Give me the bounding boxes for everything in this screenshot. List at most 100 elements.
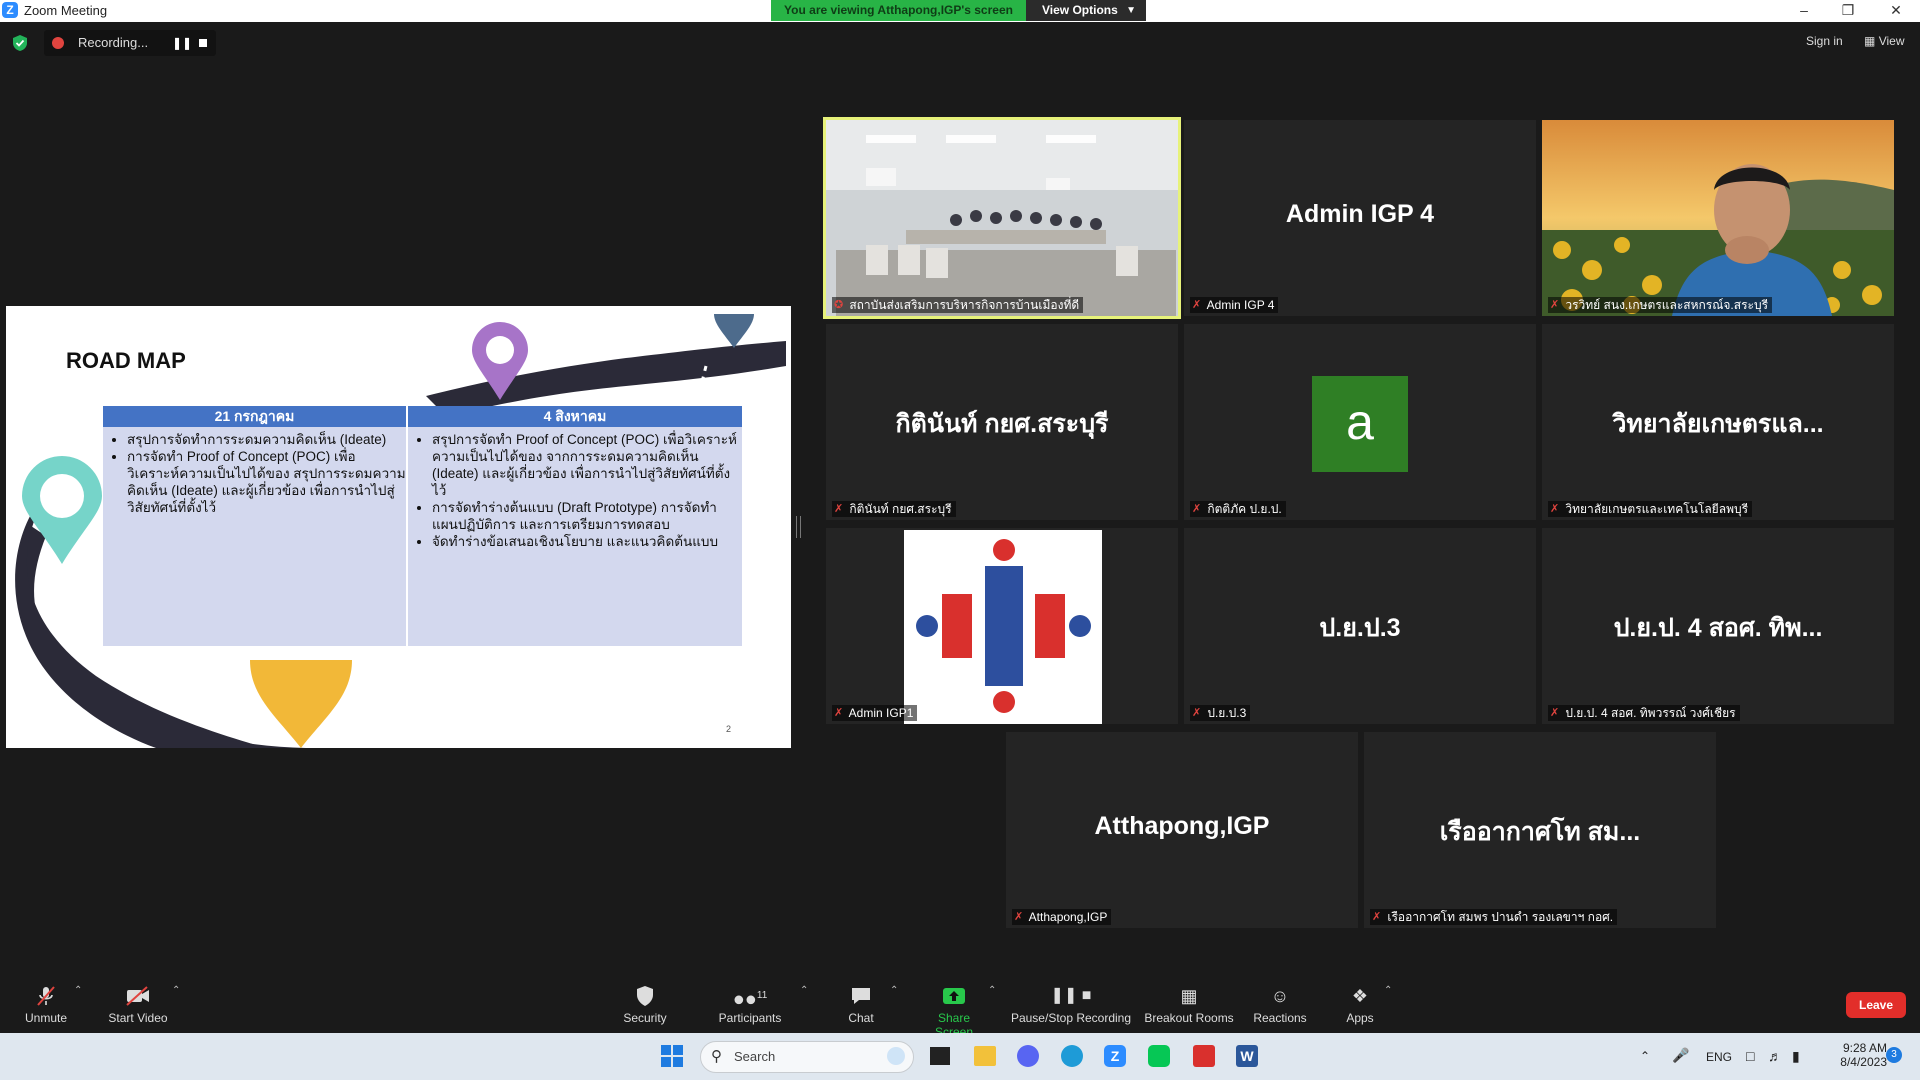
avatar: a — [1312, 376, 1408, 472]
video-tile-pyp3[interactable]: ป.ย.ป.3 ✗ ป.ย.ป.3 — [1184, 528, 1536, 724]
acrobat-icon[interactable] — [1193, 1045, 1215, 1067]
audio-options-chevron-icon[interactable]: ⌃ — [74, 985, 82, 996]
share-screen-button[interactable]: Share Screen — [918, 985, 990, 1039]
view-options-button[interactable]: View Options ▼ — [1026, 0, 1146, 21]
file-explorer-icon[interactable] — [974, 1046, 996, 1066]
list-item: การจัดทำ Proof of Concept (POC) เพื่อวิเ… — [127, 448, 406, 516]
video-tile-admin-igp1[interactable]: ✗ Admin IGP1 — [826, 528, 1178, 724]
start-video-button[interactable]: Start Video — [106, 985, 170, 1025]
discord-icon[interactable] — [1017, 1045, 1039, 1067]
apps-icon: ❖ — [1351, 986, 1369, 1006]
share-screen-icon — [943, 988, 965, 1004]
video-tile-kitinan[interactable]: กิตินันท์ กยศ.สระบุรี ✗ กิตินันท์ กยศ.สร… — [826, 324, 1178, 520]
participants-count: 11 — [756, 990, 768, 1001]
participant-name-label: ✗ ป.ย.ป. 4 สอศ. ทิพวรรณ์ วงศ์เชียร — [1548, 705, 1740, 721]
list-item: สรุปการจัดทำการระดมความคิดเห็น (Ideate) — [127, 431, 406, 448]
participant-video-feed — [1542, 120, 1894, 316]
meeting-toolbar: Unmute ⌃ Start Video ⌃ Security ●●11 Par… — [0, 975, 1920, 1039]
window-title: Zoom Meeting — [24, 3, 108, 18]
participants-options-chevron-icon[interactable]: ⌃ — [800, 985, 808, 996]
notification-badge[interactable]: 3 — [1886, 1047, 1902, 1063]
windows-start-icon[interactable] — [660, 1044, 684, 1068]
participant-name-label: ✪ สถาบันส่งเสริมการบริหารกิจการบ้านเมือง… — [832, 297, 1084, 313]
close-button[interactable]: ✕ — [1876, 0, 1916, 22]
language-indicator[interactable]: ENG — [1706, 1050, 1732, 1064]
share-options-chevron-icon[interactable]: ⌃ — [988, 985, 996, 996]
muted-mic-icon: ✗ — [1550, 299, 1560, 311]
participants-button[interactable]: ●●11 Participants — [712, 985, 788, 1025]
list-item: จัดทำร่างข้อเสนอเชิงนโยบาย และแนวคิดต้นแ… — [432, 533, 742, 550]
muted-mic-icon: ✗ — [1192, 503, 1202, 515]
minimize-button[interactable]: – — [1784, 0, 1824, 22]
search-placeholder: Search — [734, 1049, 776, 1064]
network-icon[interactable]: □ — [1746, 1048, 1754, 1064]
tray-chevron-up-icon[interactable]: ⌃ — [1640, 1049, 1650, 1063]
breakout-rooms-button[interactable]: ▦ Breakout Rooms — [1144, 985, 1234, 1025]
pause-stop-icon: ❚❚ ■ — [1050, 987, 1092, 1004]
pause-stop-recording-button[interactable]: ❚❚ ■ Pause/Stop Recording — [1010, 985, 1132, 1025]
video-tile-conference-room[interactable]: ✪ สถาบันส่งเสริมการบริหารกิจการบ้านเมือง… — [823, 117, 1181, 319]
muted-mic-icon: ✗ — [1192, 707, 1202, 719]
pin-icon: ✪ — [834, 299, 844, 311]
view-label: View — [1878, 34, 1905, 48]
participant-display-name: ป.ย.ป. 4 สอศ. ทิพ... — [1613, 614, 1823, 642]
word-app-icon[interactable]: W — [1236, 1045, 1258, 1067]
encryption-shield-icon[interactable] — [12, 34, 28, 52]
apps-button[interactable]: ❖ Apps — [1342, 985, 1378, 1025]
video-options-chevron-icon[interactable]: ⌃ — [172, 985, 180, 996]
muted-mic-icon: ✗ — [1372, 911, 1382, 923]
clock-date: 8/4/2023 — [1840, 1055, 1887, 1069]
roadmap-column-1: 21 กรกฎาคม สรุปการจัดทำการระดมความคิดเห็… — [103, 406, 406, 646]
participant-name-label: ✗ วรวิทย์ สนง.เกษตรและสหกรณ์จ.สระบุรี — [1548, 297, 1773, 313]
chat-button[interactable]: Chat — [846, 985, 876, 1025]
pause-recording-icon[interactable]: ❚❚ — [172, 36, 192, 50]
restore-button[interactable]: ❐ — [1828, 0, 1868, 22]
reactions-button[interactable]: ☺ Reactions — [1252, 985, 1308, 1025]
participant-name-label: ✗ วิทยาลัยเกษตรและเทคโนโลยีลพบุรี — [1548, 501, 1753, 517]
pause-stop-recording-label: Pause/Stop Recording — [1010, 1011, 1132, 1025]
video-tile-pyp4[interactable]: ป.ย.ป. 4 สอศ. ทิพ... ✗ ป.ย.ป. 4 สอศ. ทิพ… — [1542, 528, 1894, 724]
leave-button[interactable]: Leave — [1846, 992, 1906, 1018]
view-button[interactable]: ▦ View — [1864, 34, 1904, 48]
sign-in-button[interactable]: Sign in — [1806, 34, 1843, 48]
video-tile-admin-igp-4[interactable]: Admin IGP 4 ✗ Admin IGP 4 — [1184, 120, 1536, 316]
muted-mic-icon: ✗ — [1550, 707, 1560, 719]
participant-display-name: กิตินันท์ กยศ.สระบุรี — [895, 410, 1109, 438]
task-view-icon[interactable] — [930, 1047, 950, 1065]
igp-logo-image — [904, 530, 1102, 724]
breakout-rooms-label: Breakout Rooms — [1144, 1011, 1234, 1025]
muted-mic-icon: ✗ — [834, 707, 844, 719]
security-button[interactable]: Security — [620, 985, 670, 1025]
clock[interactable]: 9:28 AM 8/4/2023 — [1827, 1041, 1887, 1069]
participant-display-name: Admin IGP 4 — [1285, 200, 1435, 228]
microphone-icon[interactable]: 🎤 — [1672, 1047, 1689, 1064]
list-item: การจัดทำร่างต้นแบบ (Draft Prototype) การ… — [432, 499, 742, 533]
participant-name-label: ✗ เรืออากาศโท สมพร ปานดำ รองเลขาฯ กอศ. — [1370, 909, 1618, 925]
split-view-resize-handle[interactable] — [796, 516, 801, 538]
reactions-label: Reactions — [1253, 1011, 1307, 1025]
unmute-button[interactable]: Unmute — [18, 985, 74, 1025]
screen-share-banner: You are viewing Atthapong,IGP's screen — [771, 0, 1026, 21]
unmute-label: Unmute — [24, 1011, 68, 1025]
stop-recording-icon[interactable] — [199, 39, 207, 47]
battery-icon[interactable]: ▮ — [1792, 1048, 1800, 1065]
apps-options-chevron-icon[interactable]: ⌃ — [1384, 985, 1392, 996]
view-options-label: View Options — [1042, 3, 1118, 17]
edge-browser-icon[interactable] — [1061, 1045, 1083, 1067]
list-item: สรุปการจัดทำ Proof of Concept (POC) เพื่… — [432, 431, 742, 499]
video-tile-somporn[interactable]: เรืออากาศโท สม... ✗ เรืออากาศโท สมพร ปาน… — [1364, 732, 1716, 928]
taskbar-search-input[interactable]: ⚲ Search — [700, 1041, 914, 1073]
video-tile-agri-college[interactable]: วิทยาลัยเกษตรแล... ✗ วิทยาลัยเกษตรและเทค… — [1542, 324, 1894, 520]
conference-room-video — [826, 120, 1178, 316]
zoom-app-icon[interactable]: Z — [1104, 1045, 1126, 1067]
video-tile-atthapong[interactable]: Atthapong,IGP ✗ Atthapong,IGP — [1006, 732, 1358, 928]
chat-options-chevron-icon[interactable]: ⌃ — [890, 985, 898, 996]
video-tile-kittipak[interactable]: a ✗ กิตติภัค ป.ย.ป. — [1184, 324, 1536, 520]
column-header: 21 กรกฎาคม — [103, 406, 406, 427]
muted-mic-icon: ✗ — [1192, 299, 1202, 311]
volume-icon[interactable]: ♬ — [1768, 1048, 1782, 1064]
participant-name-label: ✗ กิตติภัค ป.ย.ป. — [1190, 501, 1286, 517]
line-app-icon[interactable] — [1148, 1045, 1170, 1067]
security-label: Security — [623, 1011, 667, 1025]
video-tile-worawit[interactable]: ✗ วรวิทย์ สนง.เกษตรและสหกรณ์จ.สระบุรี — [1542, 120, 1894, 316]
